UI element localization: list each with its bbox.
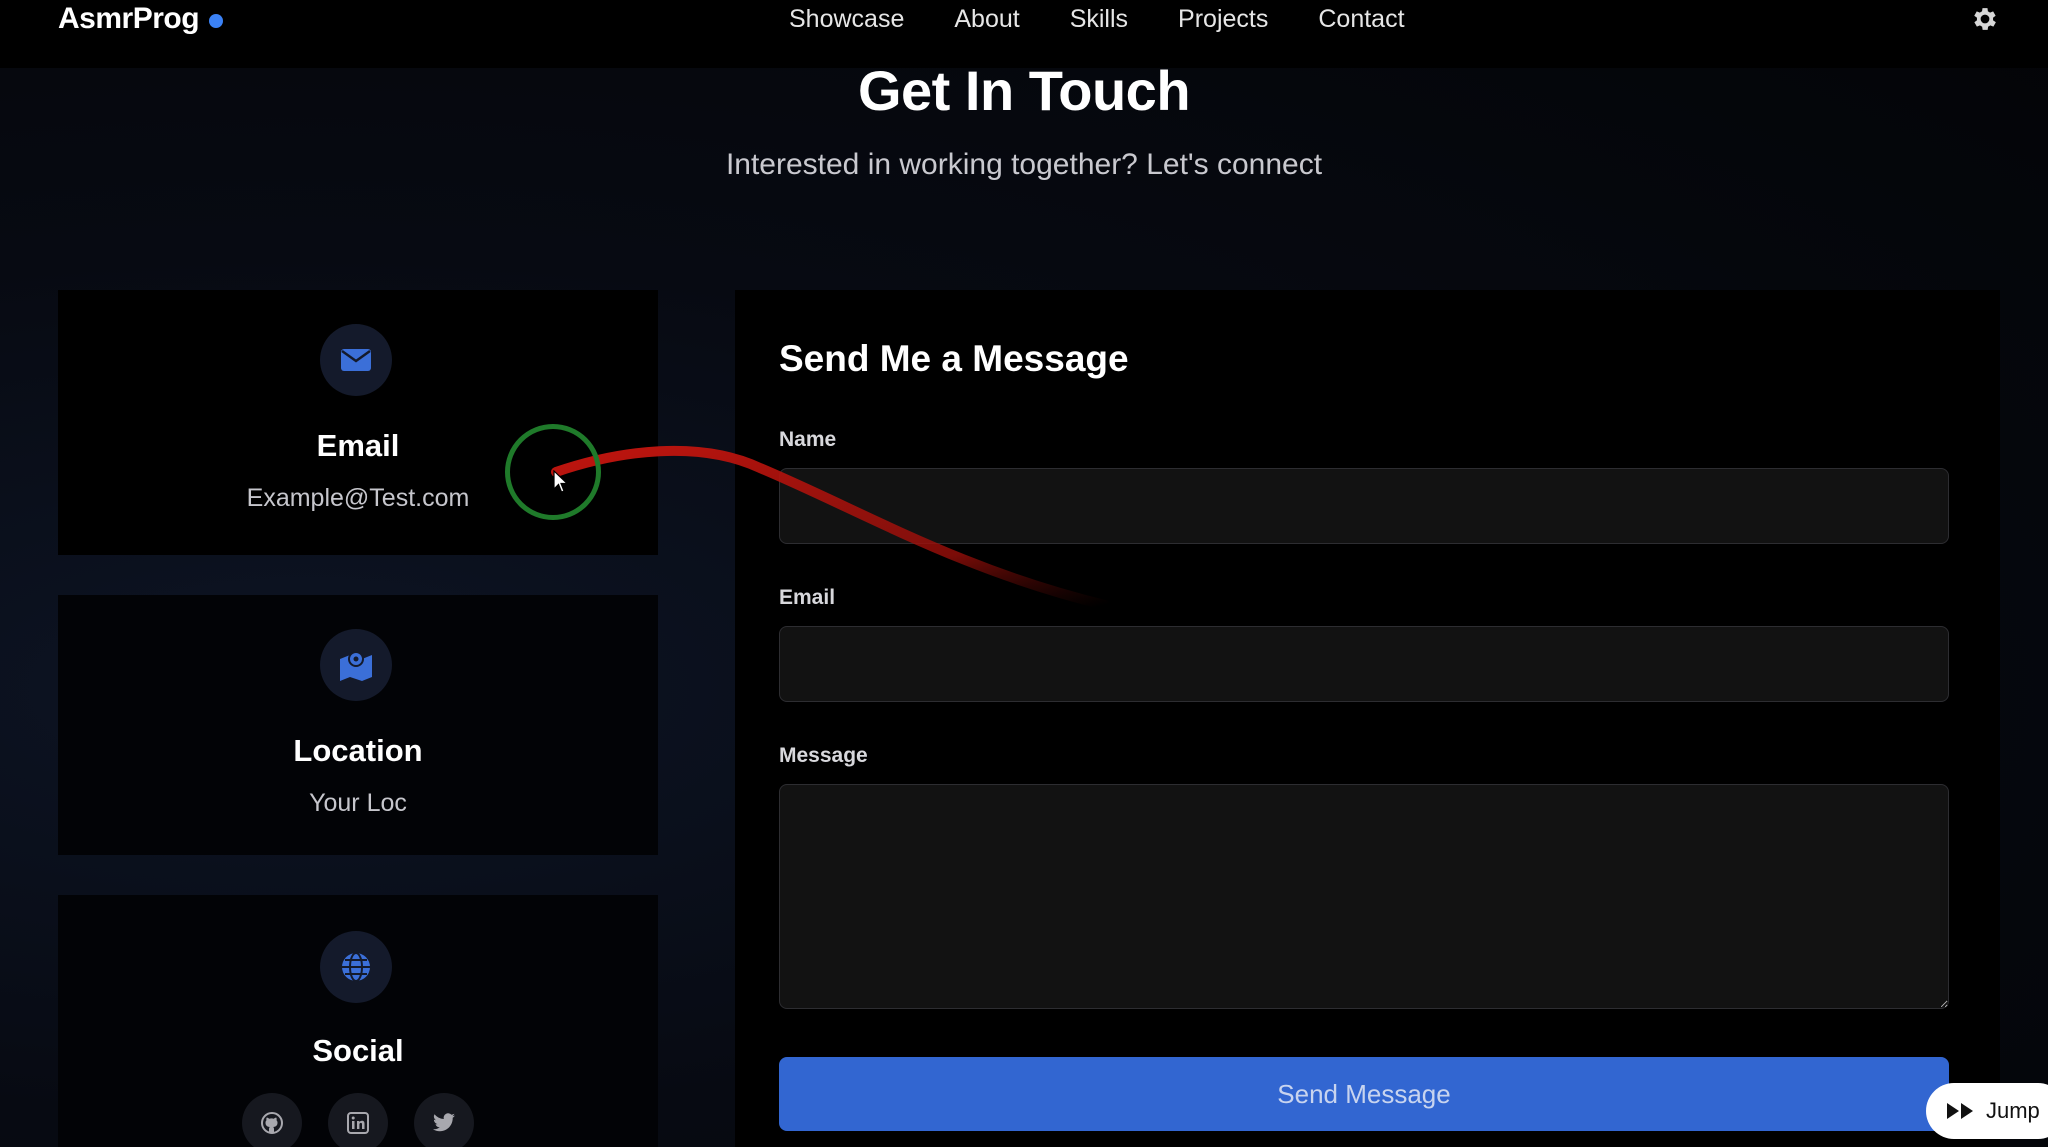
nav-link-showcase[interactable]: Showcase xyxy=(789,5,904,34)
nav-links: Showcase About Skills Projects Contact xyxy=(789,0,1455,38)
page-subtitle: Interested in working together? Let's co… xyxy=(725,148,1323,181)
nav-link-skills[interactable]: Skills xyxy=(1070,5,1128,34)
social-icon-badge xyxy=(320,931,392,1003)
message-label: Message xyxy=(779,744,868,767)
nav-link-contact[interactable]: Contact xyxy=(1318,5,1404,34)
page-title: Get In Touch xyxy=(857,59,1191,122)
nav-link-about[interactable]: About xyxy=(954,5,1019,34)
linkedin-icon xyxy=(347,1112,369,1134)
github-link[interactable] xyxy=(242,1093,302,1147)
email-label: Email xyxy=(779,586,836,609)
twitter-link[interactable] xyxy=(414,1093,474,1147)
gear-icon[interactable] xyxy=(1970,4,2000,34)
location-card-title: Location xyxy=(293,733,423,768)
location-card-value: Your Loc xyxy=(309,789,407,817)
twitter-icon xyxy=(433,1113,455,1132)
jump-label: Jump xyxy=(1986,1098,2040,1123)
social-links xyxy=(58,1093,658,1147)
form-title: Send Me a Message xyxy=(779,338,1129,379)
envelope-icon xyxy=(341,349,371,371)
location-icon-badge xyxy=(320,629,392,701)
contact-form-panel xyxy=(735,290,2000,1147)
map-icon xyxy=(340,651,372,681)
github-icon xyxy=(261,1112,283,1134)
brand-logo[interactable]: AsmrProg xyxy=(58,0,224,38)
email-icon-badge xyxy=(320,324,392,396)
name-label: Name xyxy=(779,428,837,451)
location-card: Location Your Loc xyxy=(58,595,658,855)
globe-icon xyxy=(342,952,370,982)
brand-dot xyxy=(209,14,224,28)
jump-button[interactable]: Jump xyxy=(1926,1083,2048,1139)
brand-name: AsmrProg xyxy=(58,2,200,35)
fast-forward-icon xyxy=(1947,1103,1973,1119)
email-input[interactable] xyxy=(779,626,1949,702)
message-textarea[interactable] xyxy=(779,784,1949,1009)
linkedin-link[interactable] xyxy=(328,1093,388,1147)
mouse-pointer-icon xyxy=(553,470,569,493)
nav-link-projects[interactable]: Projects xyxy=(1178,5,1268,34)
social-card: Social xyxy=(58,895,658,1147)
name-input[interactable] xyxy=(779,468,1949,544)
send-message-button[interactable]: Send Message xyxy=(779,1057,1949,1131)
social-card-title: Social xyxy=(312,1033,404,1068)
